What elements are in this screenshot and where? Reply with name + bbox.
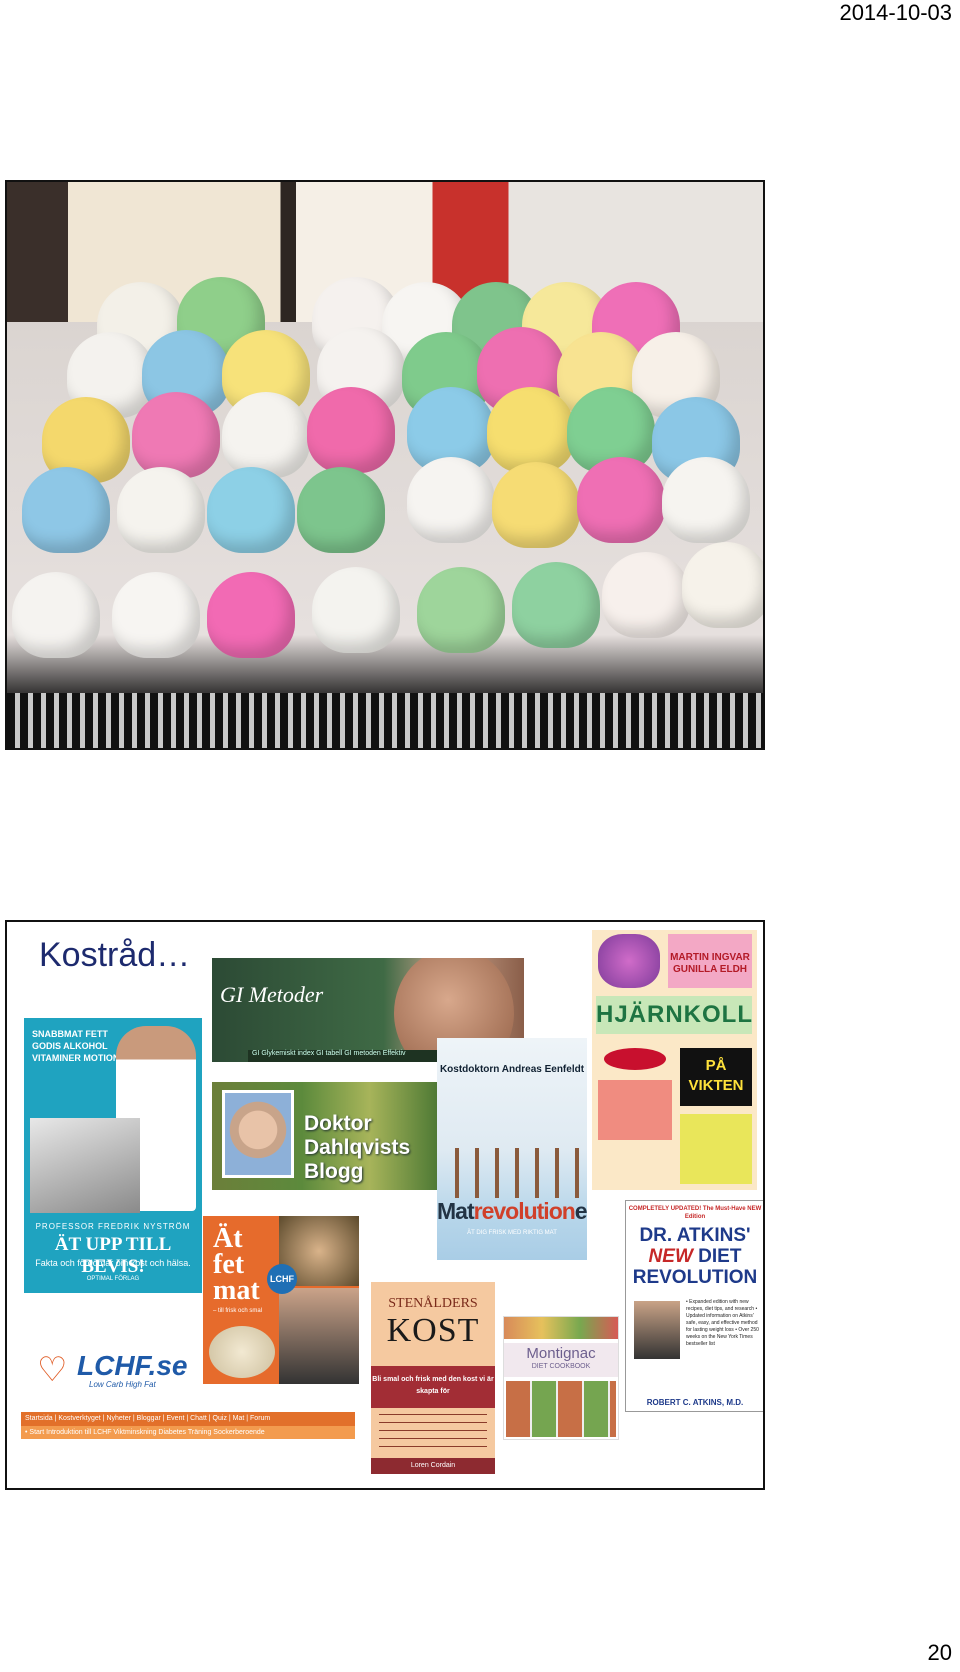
cupcake [132,392,220,488]
book-author: PROFESSOR FREDRIK NYSTRÖM [35,1222,191,1231]
book-title-2: PÅ VIKTEN [680,1048,752,1106]
book-title: Ät fet mat [213,1225,260,1306]
book-stenalders-kost: STENÅLDERS KOST Bli smal och frisk med d… [371,1282,495,1474]
plate-photo [209,1326,275,1378]
book-at-upp-till-bevis: SNABBMAT FETT GODIS ALKOHOL VITAMINER MO… [24,1018,202,1293]
book-top-text: SNABBMAT FETT GODIS ALKOHOL VITAMINER MO… [32,1029,120,1063]
lchf-name: LCHF.se [77,1350,188,1381]
chef-photo [279,1288,359,1384]
book-matrevolutionen: Kostdoktorn Andreas Eenfeldt Matrevoluti… [437,1038,587,1260]
cupcake [417,567,505,663]
cupcake [492,462,580,558]
lchf-navbar: Startsida | Kostverktyget | Nyheter | Bl… [21,1412,355,1426]
book-title: HJÄRNKOLL [596,996,752,1034]
book-at-fet-mat: Ät fet mat – till frisk och smal LCHF [203,1216,359,1384]
author-name: GUNILLA ELDH [672,964,748,975]
book-atkins: COMPLETELY UPDATED! The Must-Have NEW Ed… [625,1200,763,1412]
cupcake [12,572,100,668]
portrait-photo [222,1090,294,1178]
book-blurb: • Expanded edition with new recipes, die… [686,1299,759,1347]
cupcake [602,552,690,648]
book-subtitle: – till frisk och smal [213,1308,263,1314]
book-author: Loren Cordain [371,1458,495,1474]
cupcake [117,467,205,563]
document-page: 2014-10-03 Kostråd… GI Metoder GI Glykem… [0,0,960,1672]
cupcake [662,457,750,553]
author-photo [634,1301,680,1359]
cupcake [112,572,200,668]
dahlqvist-blog-banner: Doktor Dahlqvists Blogg [212,1082,437,1190]
heart-icon: ♡ [37,1351,68,1389]
blog-title: Doktor Dahlqvists Blogg [304,1112,410,1184]
title-word: PÅ [705,1057,727,1074]
book-subtitle: ÄT DIG FRISK MED RIKTIG MAT [467,1230,557,1236]
cupcake [307,387,395,483]
gi-title: GI Metoder [220,982,324,1007]
slide-title: Kostråd… [39,936,191,974]
cupcakes-photo [5,180,765,750]
cupcake [312,567,400,663]
lchf-subnav: • Start Introduktion till LCHF Viktminsk… [21,1426,355,1439]
book-tagline: Bli smal och frisk med den kost vi är sk… [371,1366,495,1408]
blog-title-line: Doktor [304,1112,372,1135]
cupcake [512,562,600,658]
title-part: NEW [648,1246,693,1267]
lchf-logo: ♡ LCHF.se Low Carb High Fat [31,1350,197,1394]
page-number: 20 [927,1640,952,1665]
book-subtitle: DIET COOKBOOK [531,1363,591,1370]
title-line: DR. ATKINS' [639,1225,751,1246]
book-authors: MARTIN INGVAR GUNILLA ELDH [668,934,752,988]
cupcake [487,387,575,483]
title-line: REVOLUTION [632,1267,758,1288]
lab-photo [30,1118,140,1213]
slide-kostrad: Kostråd… GI Metoder GI Glykemiskt index … [5,920,765,1490]
cupcake [682,542,763,638]
evolution-figures [445,1148,579,1198]
blog-title-line: Blogg [304,1160,364,1183]
book-montignac: Montignac DIET COOKBOOK [503,1316,619,1440]
book-author: ROBERT C. ATKINS, M.D. [646,1398,744,1407]
cupcake [22,467,110,563]
lips-image [604,1048,666,1070]
title-word: mat [213,1275,260,1306]
title-line: NEW DIET [626,1246,763,1267]
display-grill [7,693,763,748]
cupcake [222,392,310,488]
book-banner: COMPLETELY UPDATED! The Must-Have NEW Ed… [628,1206,762,1220]
cupcake [407,457,495,553]
bullet-lines [379,1414,487,1454]
title-word: VIKTEN [688,1077,744,1094]
book-title: ÄT UPP TILL BEVIS! [54,1234,172,1277]
brain-image [598,934,660,988]
hand-image [680,1114,752,1184]
lchf-slogan: Low Carb High Fat [89,1380,156,1389]
cupcake [207,467,295,563]
cupcake [207,572,295,668]
food-strip [504,1317,618,1339]
title-part: Mat [437,1198,475,1224]
lchf-badge: LCHF [267,1264,297,1294]
blog-title-line: Dahlqvists [304,1136,411,1159]
book-title-1: STENÅLDERS [388,1296,478,1311]
cupcake [297,467,385,563]
jelly-image [598,1080,672,1140]
book-hjarnkoll: MARTIN INGVAR GUNILLA ELDH HJÄRNKOLL PÅ … [592,930,757,1190]
book-title-2: KOST [386,1312,480,1349]
title-part: DIET [692,1246,742,1267]
title-part: revolution [473,1198,576,1224]
book-publisher: OPTIMAL FÖRLAG [86,1276,140,1282]
cupcake [577,457,665,553]
title-part: en [574,1198,587,1224]
book-author: Kostdoktorn Andreas Eenfeldt [439,1064,585,1075]
book-title: Matrevolutionen [437,1198,587,1225]
book-title: DR. ATKINS' NEW DIET REVOLUTION [626,1225,763,1288]
book-title: Montignac [504,1343,618,1377]
food-grid [506,1381,616,1437]
header-date: 2014-10-03 [839,0,952,25]
book-subtitle: Fakta och fördomar om kost och hälsa. [35,1258,191,1268]
author-name: MARTIN INGVAR [670,952,750,963]
